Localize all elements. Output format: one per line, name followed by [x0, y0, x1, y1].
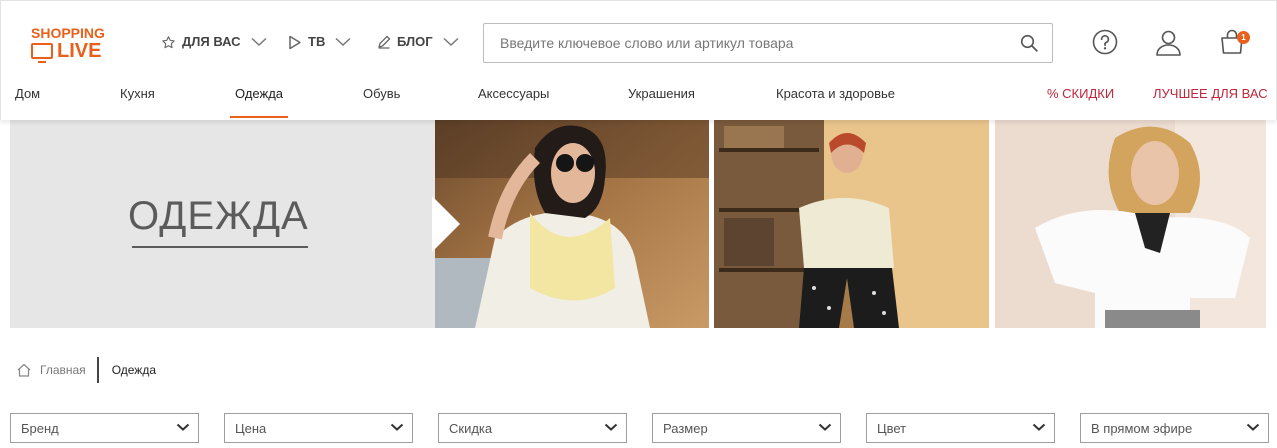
chevron-down-icon	[818, 423, 832, 431]
breadcrumb: Главная Одежда	[16, 357, 157, 383]
filter-size-label: Размер	[663, 421, 708, 436]
nav-for-you[interactable]: ДЛЯ ВАС	[161, 33, 267, 51]
filter-price-label: Цена	[235, 421, 267, 436]
category-beauty-health[interactable]: Красота и здоровье	[776, 85, 895, 103]
filter-discount[interactable]: Скидка	[438, 413, 627, 443]
breadcrumb-separator	[96, 357, 99, 383]
nav-tv-label: ТВ	[308, 34, 326, 49]
category-home[interactable]: Дом	[15, 85, 40, 103]
category-nav: Дом Кухня Одежда Обувь Аксессуары Украше…	[1, 85, 1277, 107]
nav-blog-label: БЛОГ	[397, 34, 433, 49]
search-icon[interactable]	[1020, 34, 1038, 52]
chevron-down-icon	[390, 423, 404, 431]
search-box	[483, 23, 1053, 63]
banner-photo-2	[714, 118, 989, 328]
banner-photo-3	[995, 118, 1266, 328]
breadcrumb-current: Одежда	[111, 363, 157, 377]
filter-discount-label: Скидка	[449, 421, 493, 436]
banner-arrow	[432, 196, 460, 252]
nav-for-you-label: ДЛЯ ВАС	[182, 34, 241, 49]
chevron-down-icon	[176, 423, 190, 431]
category-shoes[interactable]: Обувь	[363, 85, 400, 103]
help-icon[interactable]	[1092, 29, 1118, 55]
search-input[interactable]	[484, 24, 1004, 62]
play-icon	[289, 35, 301, 49]
shopping-live-logo[interactable]: SHOPPING LIVE	[31, 26, 113, 64]
cart-count-badge: 1	[1237, 31, 1250, 44]
site-header: SHOPPING LIVE ДЛЯ ВАС ТВ БЛОГ Введите кл…	[0, 0, 1277, 120]
banner-title-underline	[132, 246, 308, 248]
pencil-icon	[378, 35, 391, 49]
chevron-down-icon	[443, 37, 459, 47]
chevron-down-icon	[251, 37, 267, 47]
category-jewelry[interactable]: Украшения	[628, 85, 695, 103]
category-kitchen[interactable]: Кухня	[120, 85, 155, 103]
filter-size[interactable]: Размер	[652, 413, 841, 443]
category-best-for-you[interactable]: ЛУЧШЕЕ ДЛЯ ВАС	[1153, 85, 1268, 103]
filter-color[interactable]: Цвет	[866, 413, 1055, 443]
breadcrumb-home[interactable]: Главная	[40, 362, 86, 378]
filter-color-label: Цвет	[877, 421, 907, 436]
banner-photo-1	[435, 118, 709, 328]
chevron-down-icon	[1246, 423, 1260, 431]
filter-live-label: В прямом эфире	[1091, 421, 1193, 436]
tv-icon	[31, 43, 53, 63]
active-category-underline	[230, 116, 288, 118]
chevron-down-icon	[335, 37, 351, 47]
filter-brand[interactable]: Бренд	[10, 413, 199, 443]
chevron-down-icon	[1032, 423, 1046, 431]
category-sale[interactable]: % СКИДКИ	[1047, 85, 1114, 103]
category-clothing[interactable]: Одежда	[235, 85, 283, 103]
chevron-down-icon	[604, 423, 618, 431]
banner-title-panel: ОДЕЖДА	[10, 118, 442, 328]
category-banner: ОДЕЖДА	[10, 118, 1266, 328]
nav-tv[interactable]: ТВ	[288, 33, 351, 51]
logo-line1: SHOPPING	[31, 25, 105, 41]
nav-blog[interactable]: БЛОГ	[377, 33, 459, 51]
banner-title: ОДЕЖДА	[128, 194, 309, 238]
filter-price[interactable]: Цена	[224, 413, 413, 443]
user-icon[interactable]	[1155, 29, 1182, 56]
filter-brand-label: Бренд	[21, 421, 59, 436]
star-icon	[162, 35, 175, 48]
category-accessories[interactable]: Аксессуары	[478, 85, 549, 103]
logo-line2: LIVE	[57, 40, 102, 62]
filter-live[interactable]: В прямом эфире	[1080, 413, 1269, 443]
home-icon[interactable]	[16, 363, 32, 377]
